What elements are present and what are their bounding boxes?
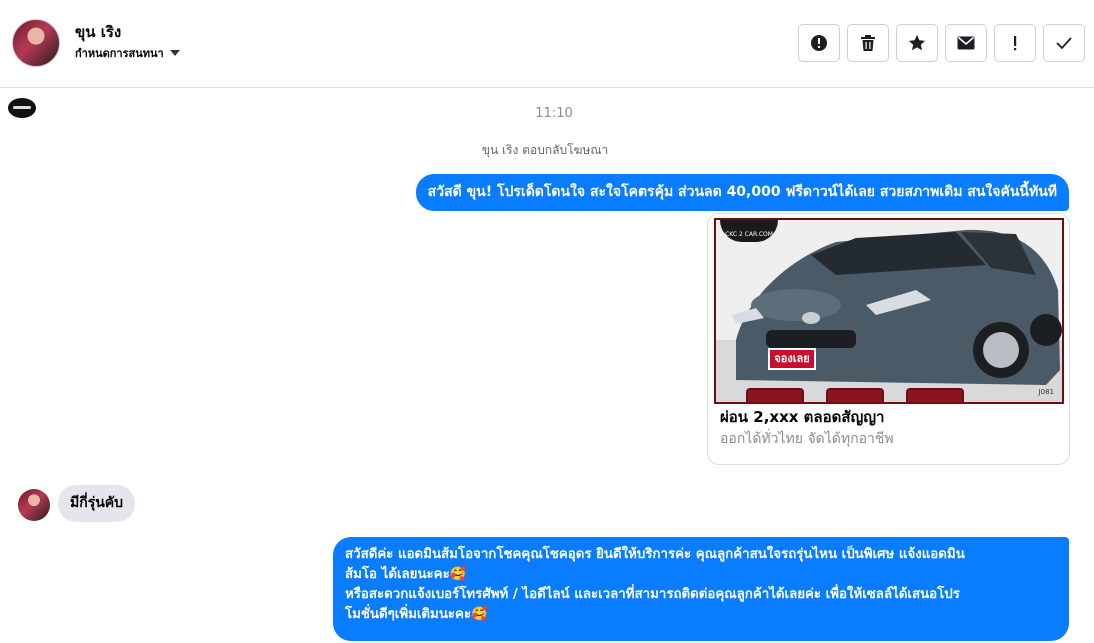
ad-subtitle: ออกได้ทั่วไทย จัดได้ทุกอาชีพ bbox=[720, 431, 894, 447]
incoming-message[interactable]: มีกี่รุ่นคับ bbox=[58, 485, 136, 522]
ad-badge: จองเลย bbox=[768, 348, 816, 370]
conversation-settings-label: กำหนดการสนทนา bbox=[75, 47, 164, 60]
outgoing-message-long[interactable]: สวัสดีค่ะ แอดมินส้มโอจากโชคคุณโชคอุดร ยิ… bbox=[333, 537, 1069, 641]
ad-thumbnails bbox=[746, 388, 964, 402]
star-icon bbox=[909, 35, 925, 51]
message-line: ส้มโอ ได้เลยนะคะ🥰 bbox=[345, 567, 467, 582]
ad-thumbnail bbox=[906, 388, 964, 402]
trash-icon bbox=[861, 35, 875, 51]
outgoing-message[interactable]: สวัสดี ขุน! โปรเด็ดโดนใจ สะใจโคตรคุ้ม ส่… bbox=[415, 174, 1069, 211]
contact-avatar[interactable] bbox=[12, 19, 60, 67]
star-button[interactable] bbox=[896, 24, 938, 62]
alert-circle-icon bbox=[811, 35, 827, 51]
flag-button[interactable] bbox=[994, 24, 1036, 62]
ad-reply-note: ขุน เริง ตอบกลับโฆษณา bbox=[481, 143, 609, 157]
ad-car-image: CKC 2 CAR.COM จองเลย J081 bbox=[714, 218, 1064, 404]
message-line: สวัสดีค่ะ แอดมินส้มโอจากโชคคุณโชคอุดร ยิ… bbox=[345, 547, 965, 562]
ad-thumbnail bbox=[746, 388, 804, 402]
caret-down-icon bbox=[169, 50, 180, 56]
header-actions bbox=[798, 24, 1085, 62]
ad-title: ผ่อน 2,xxx ตลอดสัญญา bbox=[720, 408, 885, 426]
report-button[interactable] bbox=[798, 24, 840, 62]
contact-name[interactable]: ขุน เริง bbox=[75, 20, 121, 44]
conversation-settings-dropdown[interactable]: กำหนดการสนทนา bbox=[75, 44, 180, 62]
exclamation-icon bbox=[1014, 36, 1017, 51]
ad-card[interactable]: CKC 2 CAR.COM จองเลย J081 ผ่อน 2,xxx ตลอ… bbox=[707, 213, 1070, 465]
ad-code: J081 bbox=[1038, 388, 1054, 396]
mark-done-button[interactable] bbox=[1043, 24, 1085, 62]
conversation-header: ขุน เริง กำหนดการสนทนา bbox=[0, 0, 1094, 88]
sender-avatar[interactable] bbox=[18, 489, 50, 521]
mark-unread-button[interactable] bbox=[945, 24, 987, 62]
message-timestamp: 11:10 bbox=[535, 106, 573, 121]
message-line: หรือสะดวกแจ้งเบอร์โทรศัพท์ / ไอดีไลน์ แล… bbox=[345, 587, 960, 602]
check-icon bbox=[1056, 37, 1072, 50]
ad-thumbnail bbox=[826, 388, 884, 402]
messenger-conversation: ขุน เริง กำหนดการสนทนา 11:10 ขุน เริง ตอ… bbox=[0, 0, 1094, 643]
delete-button[interactable] bbox=[847, 24, 889, 62]
message-line: โมชั่นดีๆเพิ่มเติมนะคะ🥰 bbox=[345, 607, 488, 622]
envelope-icon bbox=[957, 36, 975, 50]
car-illustration bbox=[716, 220, 1062, 402]
